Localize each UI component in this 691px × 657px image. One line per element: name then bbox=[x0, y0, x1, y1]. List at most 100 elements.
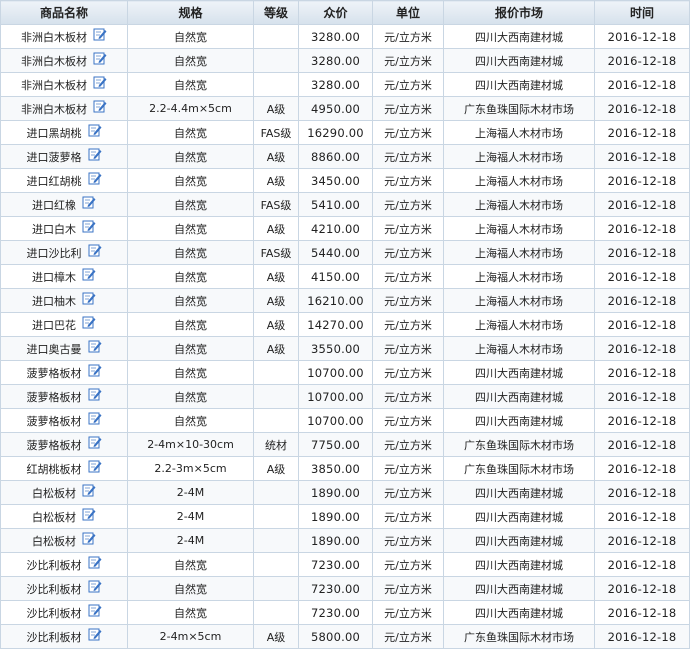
product-name[interactable]: 进口红胡桃 bbox=[27, 173, 82, 189]
header-spec[interactable]: 规格 bbox=[127, 0, 254, 25]
product-name[interactable]: 白松板材 bbox=[32, 509, 76, 525]
product-name[interactable]: 菠萝格板材 bbox=[27, 365, 82, 381]
product-name[interactable]: 白松板材 bbox=[32, 533, 76, 549]
grade-cell: A级 bbox=[253, 216, 299, 241]
market-cell: 上海福人木材市场 bbox=[443, 336, 595, 361]
spec-cell: 自然宽 bbox=[127, 336, 254, 361]
product-name[interactable]: 沙比利板材 bbox=[27, 581, 82, 597]
edit-note-icon[interactable] bbox=[93, 27, 107, 41]
edit-note-icon[interactable] bbox=[93, 75, 107, 89]
header-date[interactable]: 时间 bbox=[594, 0, 690, 25]
price-cell: 3280.00 bbox=[298, 72, 373, 97]
product-name[interactable]: 进口樟木 bbox=[32, 269, 76, 285]
edit-note-icon[interactable] bbox=[88, 147, 102, 161]
market-cell: 四川大西南建材城 bbox=[443, 528, 595, 553]
header-market[interactable]: 报价市场 bbox=[443, 0, 595, 25]
date-cell: 2016-12-18 bbox=[594, 192, 690, 217]
price-cell: 16290.00 bbox=[298, 120, 373, 145]
product-name[interactable]: 进口柚木 bbox=[32, 293, 76, 309]
unit-cell: 元/立方米 bbox=[372, 456, 444, 481]
edit-note-icon[interactable] bbox=[88, 387, 102, 401]
market-cell: 上海福人木材市场 bbox=[443, 264, 595, 289]
product-name[interactable]: 菠萝格板材 bbox=[27, 413, 82, 429]
product-name[interactable]: 进口黑胡桃 bbox=[27, 125, 82, 141]
edit-note-icon[interactable] bbox=[88, 579, 102, 593]
table-row: 菠萝格板材 自然宽 10700.00 元/立方米 四川大西南建材城 2016-1… bbox=[0, 408, 690, 433]
table-row: 菠萝格板材 自然宽 10700.00 元/立方米 四川大西南建材城 2016-1… bbox=[0, 384, 690, 409]
edit-note-icon[interactable] bbox=[82, 315, 96, 329]
product-name[interactable]: 进口红橡 bbox=[32, 197, 76, 213]
product-name[interactable]: 白松板材 bbox=[32, 485, 76, 501]
price-cell: 4210.00 bbox=[298, 216, 373, 241]
header-unit[interactable]: 单位 bbox=[372, 0, 444, 25]
product-name-cell: 沙比利板材 bbox=[0, 624, 128, 649]
market-cell: 四川大西南建材城 bbox=[443, 552, 595, 577]
product-name[interactable]: 进口巴花 bbox=[32, 317, 76, 333]
header-grade[interactable]: 等级 bbox=[253, 0, 299, 25]
price-cell: 5440.00 bbox=[298, 240, 373, 265]
product-name[interactable]: 非洲白木板材 bbox=[21, 29, 87, 45]
edit-note-icon[interactable] bbox=[82, 267, 96, 281]
product-name[interactable]: 进口白木 bbox=[32, 221, 76, 237]
product-name[interactable]: 菠萝格板材 bbox=[27, 389, 82, 405]
product-name-cell: 进口菠萝格 bbox=[0, 144, 128, 169]
product-name-cell: 进口红橡 bbox=[0, 192, 128, 217]
date-cell: 2016-12-18 bbox=[594, 336, 690, 361]
price-cell: 10700.00 bbox=[298, 408, 373, 433]
header-price[interactable]: 众价 bbox=[298, 0, 373, 25]
product-name[interactable]: 非洲白木板材 bbox=[21, 101, 87, 117]
edit-note-icon[interactable] bbox=[82, 531, 96, 545]
product-name[interactable]: 进口沙比利 bbox=[27, 245, 82, 261]
grade-cell: A级 bbox=[253, 336, 299, 361]
product-name[interactable]: 沙比利板材 bbox=[27, 557, 82, 573]
edit-note-icon[interactable] bbox=[82, 219, 96, 233]
spec-cell: 自然宽 bbox=[127, 576, 254, 601]
product-name[interactable]: 菠萝格板材 bbox=[27, 437, 82, 453]
grade-cell bbox=[253, 576, 299, 601]
edit-note-icon[interactable] bbox=[88, 411, 102, 425]
edit-note-icon[interactable] bbox=[93, 99, 107, 113]
edit-note-icon[interactable] bbox=[88, 243, 102, 257]
edit-note-icon[interactable] bbox=[82, 195, 96, 209]
spec-cell: 自然宽 bbox=[127, 240, 254, 265]
edit-note-icon[interactable] bbox=[93, 51, 107, 65]
product-name[interactable]: 非洲白木板材 bbox=[21, 77, 87, 93]
product-name[interactable]: 进口奥古曼 bbox=[27, 341, 82, 357]
unit-cell: 元/立方米 bbox=[372, 552, 444, 577]
product-name[interactable]: 沙比利板材 bbox=[27, 605, 82, 621]
edit-note-icon[interactable] bbox=[82, 291, 96, 305]
grade-cell bbox=[253, 384, 299, 409]
product-name[interactable]: 沙比利板材 bbox=[27, 629, 82, 645]
date-cell: 2016-12-18 bbox=[594, 72, 690, 97]
edit-note-icon[interactable] bbox=[88, 171, 102, 185]
edit-note-icon[interactable] bbox=[88, 603, 102, 617]
edit-note-icon[interactable] bbox=[88, 555, 102, 569]
spec-cell: 自然宽 bbox=[127, 72, 254, 97]
edit-note-icon[interactable] bbox=[88, 627, 102, 641]
product-name[interactable]: 非洲白木板材 bbox=[21, 53, 87, 69]
product-name-cell: 白松板材 bbox=[0, 528, 128, 553]
edit-note-icon[interactable] bbox=[88, 363, 102, 377]
edit-note-icon[interactable] bbox=[88, 123, 102, 137]
product-name-cell: 沙比利板材 bbox=[0, 552, 128, 577]
table-row: 进口樟木 自然宽 A级 4150.00 元/立方米 上海福人木材市场 2016-… bbox=[0, 264, 690, 289]
date-cell: 2016-12-18 bbox=[594, 288, 690, 313]
market-cell: 四川大西南建材城 bbox=[443, 408, 595, 433]
table-row: 进口巴花 自然宽 A级 14270.00 元/立方米 上海福人木材市场 2016… bbox=[0, 312, 690, 337]
grade-cell bbox=[253, 360, 299, 385]
product-name[interactable]: 进口菠萝格 bbox=[27, 149, 82, 165]
grade-cell: A级 bbox=[253, 264, 299, 289]
edit-note-icon[interactable] bbox=[88, 435, 102, 449]
table-row: 菠萝格板材 自然宽 10700.00 元/立方米 四川大西南建材城 2016-1… bbox=[0, 360, 690, 385]
table-row: 进口沙比利 自然宽 FAS级 5440.00 元/立方米 上海福人木材市场 20… bbox=[0, 240, 690, 265]
product-name[interactable]: 红胡桃板材 bbox=[27, 461, 82, 477]
spec-cell: 自然宽 bbox=[127, 216, 254, 241]
edit-note-icon[interactable] bbox=[88, 459, 102, 473]
edit-note-icon[interactable] bbox=[88, 339, 102, 353]
table-row: 沙比利板材 自然宽 7230.00 元/立方米 四川大西南建材城 2016-12… bbox=[0, 600, 690, 625]
edit-note-icon[interactable] bbox=[82, 507, 96, 521]
price-cell: 1890.00 bbox=[298, 504, 373, 529]
edit-note-icon[interactable] bbox=[82, 483, 96, 497]
market-cell: 四川大西南建材城 bbox=[443, 72, 595, 97]
header-name[interactable]: 商品名称 bbox=[0, 0, 128, 25]
